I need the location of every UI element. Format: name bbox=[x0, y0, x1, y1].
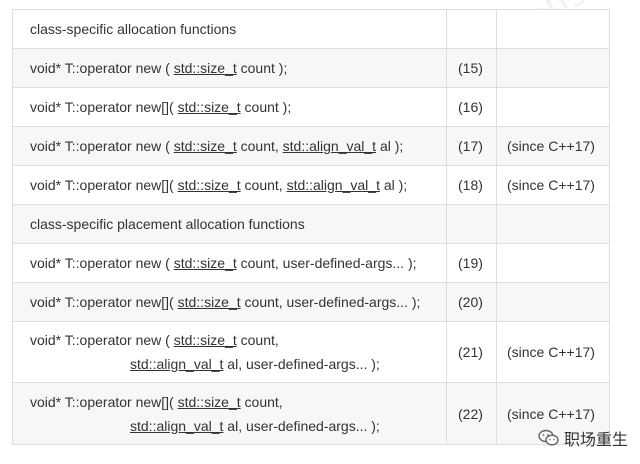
type-link[interactable]: std::size_t bbox=[174, 60, 237, 76]
allocation-functions-table: class-specific allocation functions void… bbox=[12, 9, 610, 445]
signature-cell: void* T::operator new[]( std::size_t cou… bbox=[12, 282, 447, 322]
type-link[interactable]: std::size_t bbox=[174, 255, 237, 271]
section-heading: class-specific allocation functions bbox=[12, 9, 447, 49]
signature-cell: void* T::operator new ( std::size_t coun… bbox=[12, 48, 447, 88]
type-link[interactable]: std::size_t bbox=[178, 99, 241, 115]
overload-number: (15) bbox=[446, 48, 497, 88]
table-row: void* T::operator new ( std::size_t coun… bbox=[12, 48, 610, 88]
section-row: class-specific placement allocation func… bbox=[12, 204, 610, 244]
signature-cell: void* T::operator new[]( std::size_t cou… bbox=[12, 87, 447, 127]
since-cell bbox=[496, 243, 610, 283]
table-row: void* T::operator new[]( std::size_t cou… bbox=[12, 282, 610, 322]
type-link[interactable]: std::align_val_t bbox=[130, 356, 223, 372]
overload-number: (16) bbox=[446, 87, 497, 127]
overload-number: (17) bbox=[446, 126, 497, 166]
table-row: void* T::operator new[]( std::size_t cou… bbox=[12, 382, 610, 445]
brand-watermark: 职场重生 bbox=[538, 426, 628, 450]
since-badge: (since C++17) bbox=[496, 165, 610, 205]
overload-number: (21) bbox=[446, 321, 497, 383]
signature-cell: void* T::operator new ( std::size_t coun… bbox=[12, 243, 447, 283]
type-link[interactable]: std::size_t bbox=[178, 177, 241, 193]
signature-cell: void* T::operator new[]( std::size_t cou… bbox=[12, 382, 447, 445]
overload-number: (22) bbox=[446, 382, 497, 445]
since-badge: (since C++17) bbox=[496, 321, 610, 383]
signature-cell: void* T::operator new ( std::size_t coun… bbox=[12, 321, 447, 383]
table-row: void* T::operator new[]( std::size_t cou… bbox=[12, 87, 610, 127]
table-row: void* T::operator new[]( std::size_t cou… bbox=[12, 165, 610, 205]
overload-number: (20) bbox=[446, 282, 497, 322]
since-cell bbox=[496, 282, 610, 322]
type-link[interactable]: std::align_val_t bbox=[287, 177, 380, 193]
wechat-icon bbox=[538, 429, 559, 446]
type-link[interactable]: std::size_t bbox=[174, 332, 237, 348]
type-link[interactable]: std::size_t bbox=[178, 294, 241, 310]
signature-cell: void* T::operator new[]( std::size_t cou… bbox=[12, 165, 447, 205]
since-badge: (since C++17) bbox=[496, 126, 610, 166]
table-row: void* T::operator new ( std::size_t coun… bbox=[12, 126, 610, 166]
section-row: class-specific allocation functions bbox=[12, 9, 610, 49]
overload-number: (18) bbox=[446, 165, 497, 205]
since-cell bbox=[496, 87, 610, 127]
section-heading: class-specific placement allocation func… bbox=[12, 204, 447, 244]
type-link[interactable]: std::align_val_t bbox=[283, 138, 376, 154]
table-row: void* T::operator new ( std::size_t coun… bbox=[12, 321, 610, 383]
type-link[interactable]: std::size_t bbox=[174, 138, 237, 154]
since-cell bbox=[496, 48, 610, 88]
type-link[interactable]: std::size_t bbox=[178, 394, 241, 410]
type-link[interactable]: std::align_val_t bbox=[130, 418, 223, 434]
table-row: void* T::operator new ( std::size_t coun… bbox=[12, 243, 610, 283]
signature-cell: void* T::operator new ( std::size_t coun… bbox=[12, 126, 447, 166]
overload-number: (19) bbox=[446, 243, 497, 283]
brand-text: 职场重生 bbox=[563, 432, 628, 449]
